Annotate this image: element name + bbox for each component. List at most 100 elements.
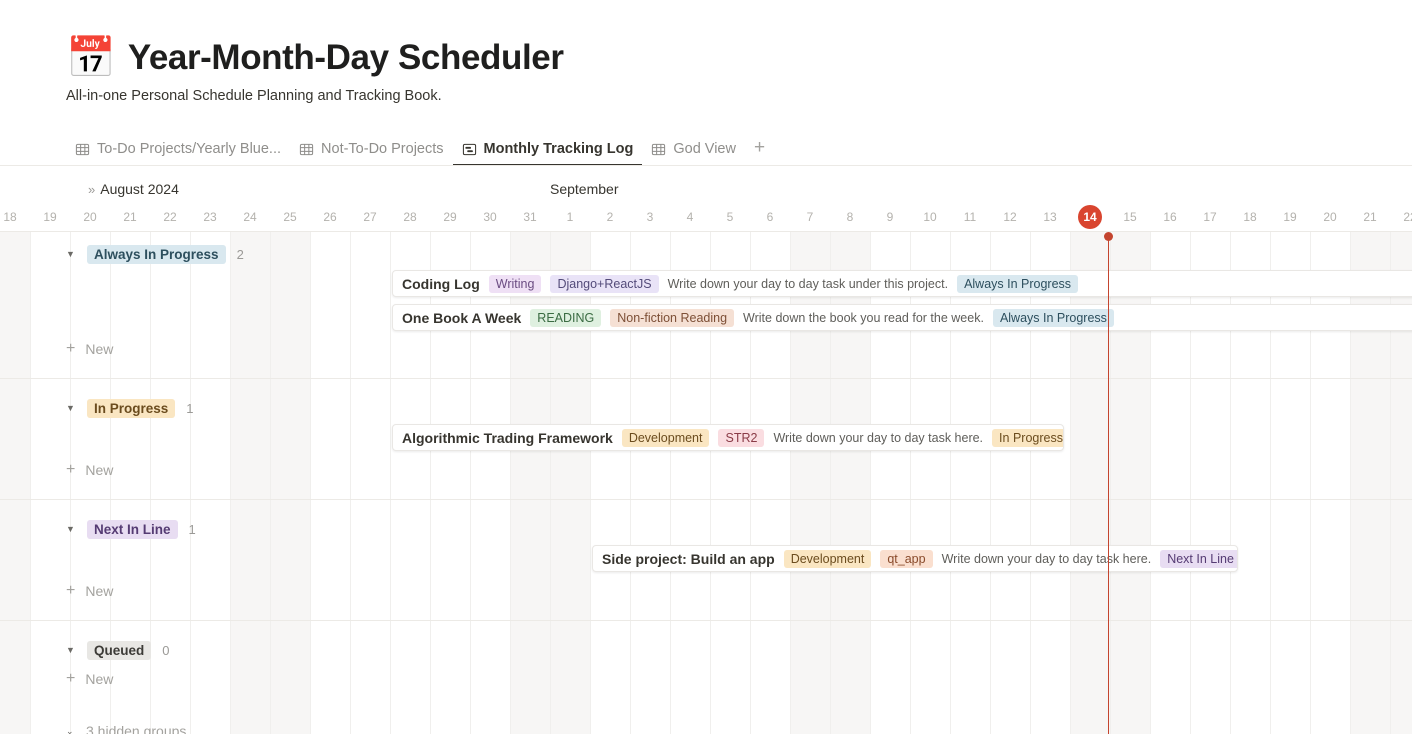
task-status-badge: Always In Progress [957, 274, 1079, 293]
group-count: 2 [236, 246, 244, 262]
weekend-column [230, 232, 270, 734]
tab-to-do-projects-yearly-blue[interactable]: To-Do Projects/Yearly Blue... [66, 141, 290, 166]
task-bar[interactable]: Coding Log Writing Django+ReactJS Write dow… [392, 270, 1412, 297]
task-description: Write down the book you read for the wee… [743, 310, 984, 325]
day-tick-5[interactable]: 5 [710, 203, 750, 231]
new-item-button[interactable]: + New [66, 461, 113, 479]
day-tick-7[interactable]: 7 [790, 203, 830, 231]
document-header: 📅 Year-Month-Day Scheduler All-in-one Pe… [0, 0, 1412, 104]
hidden-groups-button[interactable]: ⌄ 3 hidden groups [66, 723, 186, 734]
day-tick-11[interactable]: 11 [950, 203, 990, 231]
day-gridline [230, 232, 231, 734]
tab-label: Monthly Tracking Log [483, 141, 634, 157]
tab-label: God View [673, 141, 736, 157]
new-item-button[interactable]: + New [66, 671, 114, 688]
collapse-group-icon[interactable]: ▼ [66, 524, 76, 534]
day-tick-13[interactable]: 13 [1030, 203, 1070, 231]
group-name-chip: In Progress [87, 398, 176, 418]
new-item-button[interactable]: + New [66, 583, 113, 600]
day-tick-10[interactable]: 10 [910, 203, 950, 231]
month-name: August 2024 [100, 181, 179, 197]
day-tick-4[interactable]: 4 [670, 203, 710, 231]
collapse-group-icon[interactable]: ▼ [66, 645, 76, 655]
tab-label: To-Do Projects/Yearly Blue... [97, 141, 282, 157]
scheduler-page: 📅 Year-Month-Day Scheduler All-in-one Pe… [0, 0, 1412, 734]
add-tab-button[interactable]: + [745, 138, 774, 166]
day-tick-9[interactable]: 9 [870, 203, 910, 231]
group-name-chip: Next In Line [87, 519, 178, 539]
tab-label: Not-To-Do Projects [321, 141, 444, 157]
day-tick-24[interactable]: 24 [230, 203, 270, 231]
group-header-in-progress[interactable]: ▼ In Progress 1 [66, 397, 194, 419]
day-tick-31[interactable]: 31 [510, 203, 550, 231]
day-tick-14[interactable]: 14 [1070, 203, 1110, 231]
month-name: September [550, 181, 619, 197]
day-tick-29[interactable]: 29 [430, 203, 470, 231]
task-description: Write down your day to day task here. [941, 551, 1152, 566]
day-gridline [190, 232, 191, 734]
expand-hidden-icon: ⌄ [66, 725, 74, 734]
group-header-queued[interactable]: ▼ Queued 0 [66, 639, 170, 661]
tab-not-to-do-projects[interactable]: Not-To-Do Projects [290, 141, 452, 166]
day-tick-1[interactable]: 1 [550, 203, 590, 231]
table-icon [651, 142, 666, 157]
calendar-icon: 📅 [66, 36, 116, 80]
today-pill: 14 [1078, 205, 1102, 229]
day-tick-12[interactable]: 12 [990, 203, 1030, 231]
timeline-month-row: » August 2024 September [0, 175, 1412, 203]
day-tick-26[interactable]: 26 [310, 203, 350, 231]
day-tick-2[interactable]: 2 [590, 203, 630, 231]
collapse-group-icon[interactable]: ▼ [66, 403, 76, 413]
tab-god-view[interactable]: God View [642, 141, 745, 166]
today-dot [1104, 232, 1113, 241]
group-header-always-in-progress[interactable]: ▼ Always In Progress 2 [66, 243, 244, 265]
day-tick-27[interactable]: 27 [350, 203, 390, 231]
month-label: September [550, 175, 618, 203]
day-tick-22[interactable]: 22 [1390, 203, 1412, 231]
group-separator [0, 378, 1412, 379]
new-item-label: New [85, 671, 114, 687]
day-tick-21[interactable]: 21 [110, 203, 150, 231]
timeline-day-ruler: 18 19 20 21 22 23 24 25 26 27 28 29 30 31 1 2 3 4 5 6 7 8 9 10 1… [0, 203, 1412, 231]
day-tick-8[interactable]: 8 [830, 203, 870, 231]
day-tick-15[interactable]: 15 [1110, 203, 1150, 231]
plus-icon: + [66, 340, 76, 357]
task-title: One Book A Week [402, 309, 522, 326]
day-tick-20[interactable]: 20 [1310, 203, 1350, 231]
day-tick-18[interactable]: 18 [1230, 203, 1270, 231]
table-icon [299, 142, 314, 157]
task-tag: Development [621, 428, 710, 447]
group-name-chip: Always In Progress [87, 244, 226, 264]
collapse-month-icon[interactable]: » [88, 182, 95, 197]
day-gridline [390, 232, 391, 734]
new-item-button[interactable]: + New [66, 340, 113, 358]
day-gridline [310, 232, 311, 734]
day-tick-16[interactable]: 16 [1150, 203, 1190, 231]
group-header-next-in-line[interactable]: ▼ Next In Line 1 [66, 518, 196, 540]
collapse-group-icon[interactable]: ▼ [66, 249, 76, 259]
day-tick-25[interactable]: 25 [270, 203, 310, 231]
task-bar[interactable]: One Book A Week READING Non-fiction Readin… [392, 304, 1412, 331]
day-tick-19[interactable]: 19 [30, 203, 70, 231]
task-bar[interactable]: Algorithmic Trading Framework Development… [392, 424, 1064, 451]
task-tag: READING [530, 308, 602, 327]
day-tick-19[interactable]: 19 [1270, 203, 1310, 231]
day-tick-20[interactable]: 20 [70, 203, 110, 231]
task-title: Side project: Build an app [602, 550, 775, 567]
task-tag: Django+ReactJS [550, 274, 659, 293]
day-tick-30[interactable]: 30 [470, 203, 510, 231]
day-tick-22[interactable]: 22 [150, 203, 190, 231]
tab-monthly-tracking-log[interactable]: Monthly Tracking Log [452, 141, 643, 166]
day-tick-18[interactable]: 18 [0, 203, 30, 231]
task-bar[interactable]: Side project: Build an app Development qt_… [592, 545, 1238, 572]
day-tick-28[interactable]: 28 [390, 203, 430, 231]
day-tick-6[interactable]: 6 [750, 203, 790, 231]
day-tick-17[interactable]: 17 [1190, 203, 1230, 231]
day-tick-21[interactable]: 21 [1350, 203, 1390, 231]
day-tick-23[interactable]: 23 [190, 203, 230, 231]
plus-icon: + [66, 461, 76, 478]
view-tabs: To-Do Projects/Yearly Blue... Not-To-Do P… [66, 134, 774, 166]
day-tick-3[interactable]: 3 [630, 203, 670, 231]
today-line [1108, 236, 1109, 734]
task-description: Write down your day to day task here. [773, 430, 984, 445]
